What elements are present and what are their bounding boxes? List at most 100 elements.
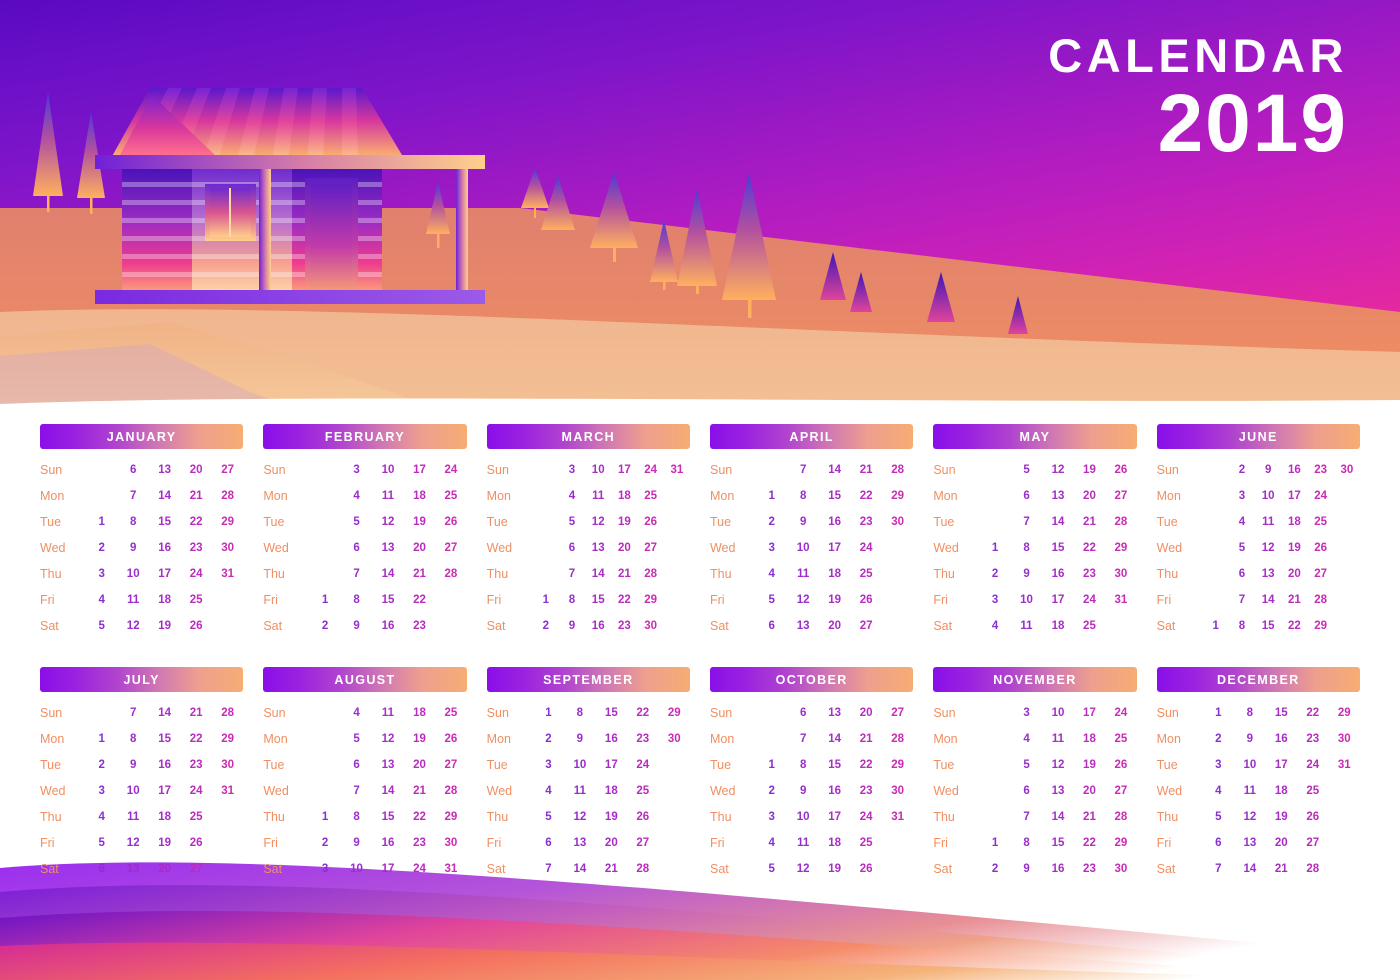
day-cell[interactable]: 12 [585,516,611,528]
day-cell[interactable]: 4 [86,594,117,606]
day-cell[interactable]: 13 [1042,490,1073,502]
day-cell[interactable]: 16 [585,620,611,632]
day-cell[interactable]: 20 [1074,490,1105,502]
day-cell[interactable]: 4 [86,811,117,823]
day-cell[interactable]: 12 [1234,811,1265,823]
day-cell[interactable]: 26 [850,594,881,606]
day-cell[interactable]: 16 [1266,733,1297,745]
day-cell[interactable]: 13 [149,464,180,476]
day-cell[interactable]: 7 [1229,594,1255,606]
day-cell[interactable]: 22 [404,594,435,606]
day-cell[interactable]: 15 [819,490,850,502]
day-cell[interactable]: 1 [1203,707,1234,719]
day-cell[interactable]: 3 [341,464,372,476]
day-cell[interactable]: 14 [149,707,180,719]
day-cell[interactable]: 6 [1229,568,1255,580]
day-cell[interactable]: 4 [341,707,372,719]
day-cell[interactable]: 19 [1266,811,1297,823]
day-cell[interactable]: 22 [1281,620,1307,632]
day-cell[interactable]: 18 [1074,733,1105,745]
day-cell[interactable]: 1 [979,837,1010,849]
day-cell[interactable]: 15 [1042,837,1073,849]
day-cell[interactable]: 1 [86,733,117,745]
day-cell[interactable]: 23 [611,620,637,632]
day-cell[interactable]: 30 [212,759,243,771]
day-cell[interactable]: 17 [1281,490,1307,502]
day-cell[interactable]: 18 [819,568,850,580]
day-cell[interactable]: 27 [638,542,664,554]
day-cell[interactable]: 7 [787,733,818,745]
day-cell[interactable]: 9 [341,837,372,849]
day-cell[interactable]: 14 [1255,594,1281,606]
day-cell[interactable]: 13 [372,759,403,771]
day-cell[interactable]: 12 [787,594,818,606]
day-cell[interactable]: 16 [1042,568,1073,580]
day-cell[interactable]: 27 [1308,568,1334,580]
day-cell[interactable]: 20 [819,620,850,632]
day-cell[interactable]: 3 [1011,707,1042,719]
day-cell[interactable]: 24 [1074,594,1105,606]
day-cell[interactable]: 4 [533,785,564,797]
day-cell[interactable]: 15 [1255,620,1281,632]
day-cell[interactable]: 21 [404,785,435,797]
day-cell[interactable]: 13 [564,837,595,849]
day-cell[interactable]: 29 [1308,620,1334,632]
day-cell[interactable]: 20 [1266,837,1297,849]
day-cell[interactable]: 4 [341,490,372,502]
day-cell[interactable]: 28 [212,490,243,502]
day-cell[interactable]: 6 [559,542,585,554]
day-cell[interactable]: 17 [1266,759,1297,771]
day-cell[interactable]: 4 [756,837,787,849]
day-cell[interactable]: 27 [180,863,211,875]
day-cell[interactable]: 5 [1203,811,1234,823]
day-cell[interactable]: 9 [1011,863,1042,875]
day-cell[interactable]: 28 [1105,811,1136,823]
month-september[interactable]: SEPTEMBER Sun 1 8 15 22 29 Mon 2 9 16 23 30 Tue 3 10 17 2… [486,667,690,882]
day-cell[interactable]: 25 [180,811,211,823]
day-cell[interactable]: 14 [819,464,850,476]
day-cell[interactable]: 25 [638,490,664,502]
day-cell[interactable]: 3 [1203,759,1234,771]
day-cell[interactable]: 29 [659,707,690,719]
day-cell[interactable]: 1 [756,759,787,771]
day-cell[interactable]: 30 [1105,568,1136,580]
day-cell[interactable]: 28 [435,568,466,580]
day-cell[interactable]: 17 [596,759,627,771]
day-cell[interactable]: 1 [86,516,117,528]
day-cell[interactable]: 24 [1105,707,1136,719]
day-cell[interactable]: 31 [212,568,243,580]
month-february[interactable]: FEBRUARY Sun 3 10 17 24 Mon 4 11 18 25 Tue 5 12 19 26 We… [263,424,467,639]
day-cell[interactable]: 11 [1255,516,1281,528]
day-cell[interactable]: 5 [86,620,117,632]
day-cell[interactable]: 20 [611,542,637,554]
day-cell[interactable]: 29 [1105,542,1136,554]
day-cell[interactable]: 10 [117,785,148,797]
day-cell[interactable]: 6 [1203,837,1234,849]
day-cell[interactable]: 21 [850,733,881,745]
day-cell[interactable]: 5 [756,863,787,875]
day-cell[interactable]: 23 [180,542,211,554]
day-cell[interactable]: 4 [1011,733,1042,745]
day-cell[interactable]: 11 [1234,785,1265,797]
day-cell[interactable]: 26 [1105,464,1136,476]
month-november[interactable]: NOVEMBER Sun 3 10 17 24 Mon 4 11 18 25 Tue 5 12 19 26 We… [933,667,1137,882]
day-cell[interactable]: 31 [212,785,243,797]
day-cell[interactable]: 17 [372,863,403,875]
day-cell[interactable]: 15 [149,516,180,528]
day-cell[interactable]: 4 [1203,785,1234,797]
day-cell[interactable]: 23 [1074,863,1105,875]
day-cell[interactable]: 3 [86,568,117,580]
day-cell[interactable]: 21 [1074,516,1105,528]
day-cell[interactable]: 7 [117,490,148,502]
day-cell[interactable]: 31 [1329,759,1360,771]
day-cell[interactable]: 14 [1042,811,1073,823]
day-cell[interactable]: 23 [404,837,435,849]
day-cell[interactable]: 22 [180,733,211,745]
day-cell[interactable]: 22 [1074,837,1105,849]
day-cell[interactable]: 28 [1105,516,1136,528]
day-cell[interactable]: 13 [1042,785,1073,797]
day-cell[interactable]: 21 [404,568,435,580]
day-cell[interactable]: 9 [117,759,148,771]
day-cell[interactable]: 7 [1203,863,1234,875]
day-cell[interactable]: 13 [585,542,611,554]
